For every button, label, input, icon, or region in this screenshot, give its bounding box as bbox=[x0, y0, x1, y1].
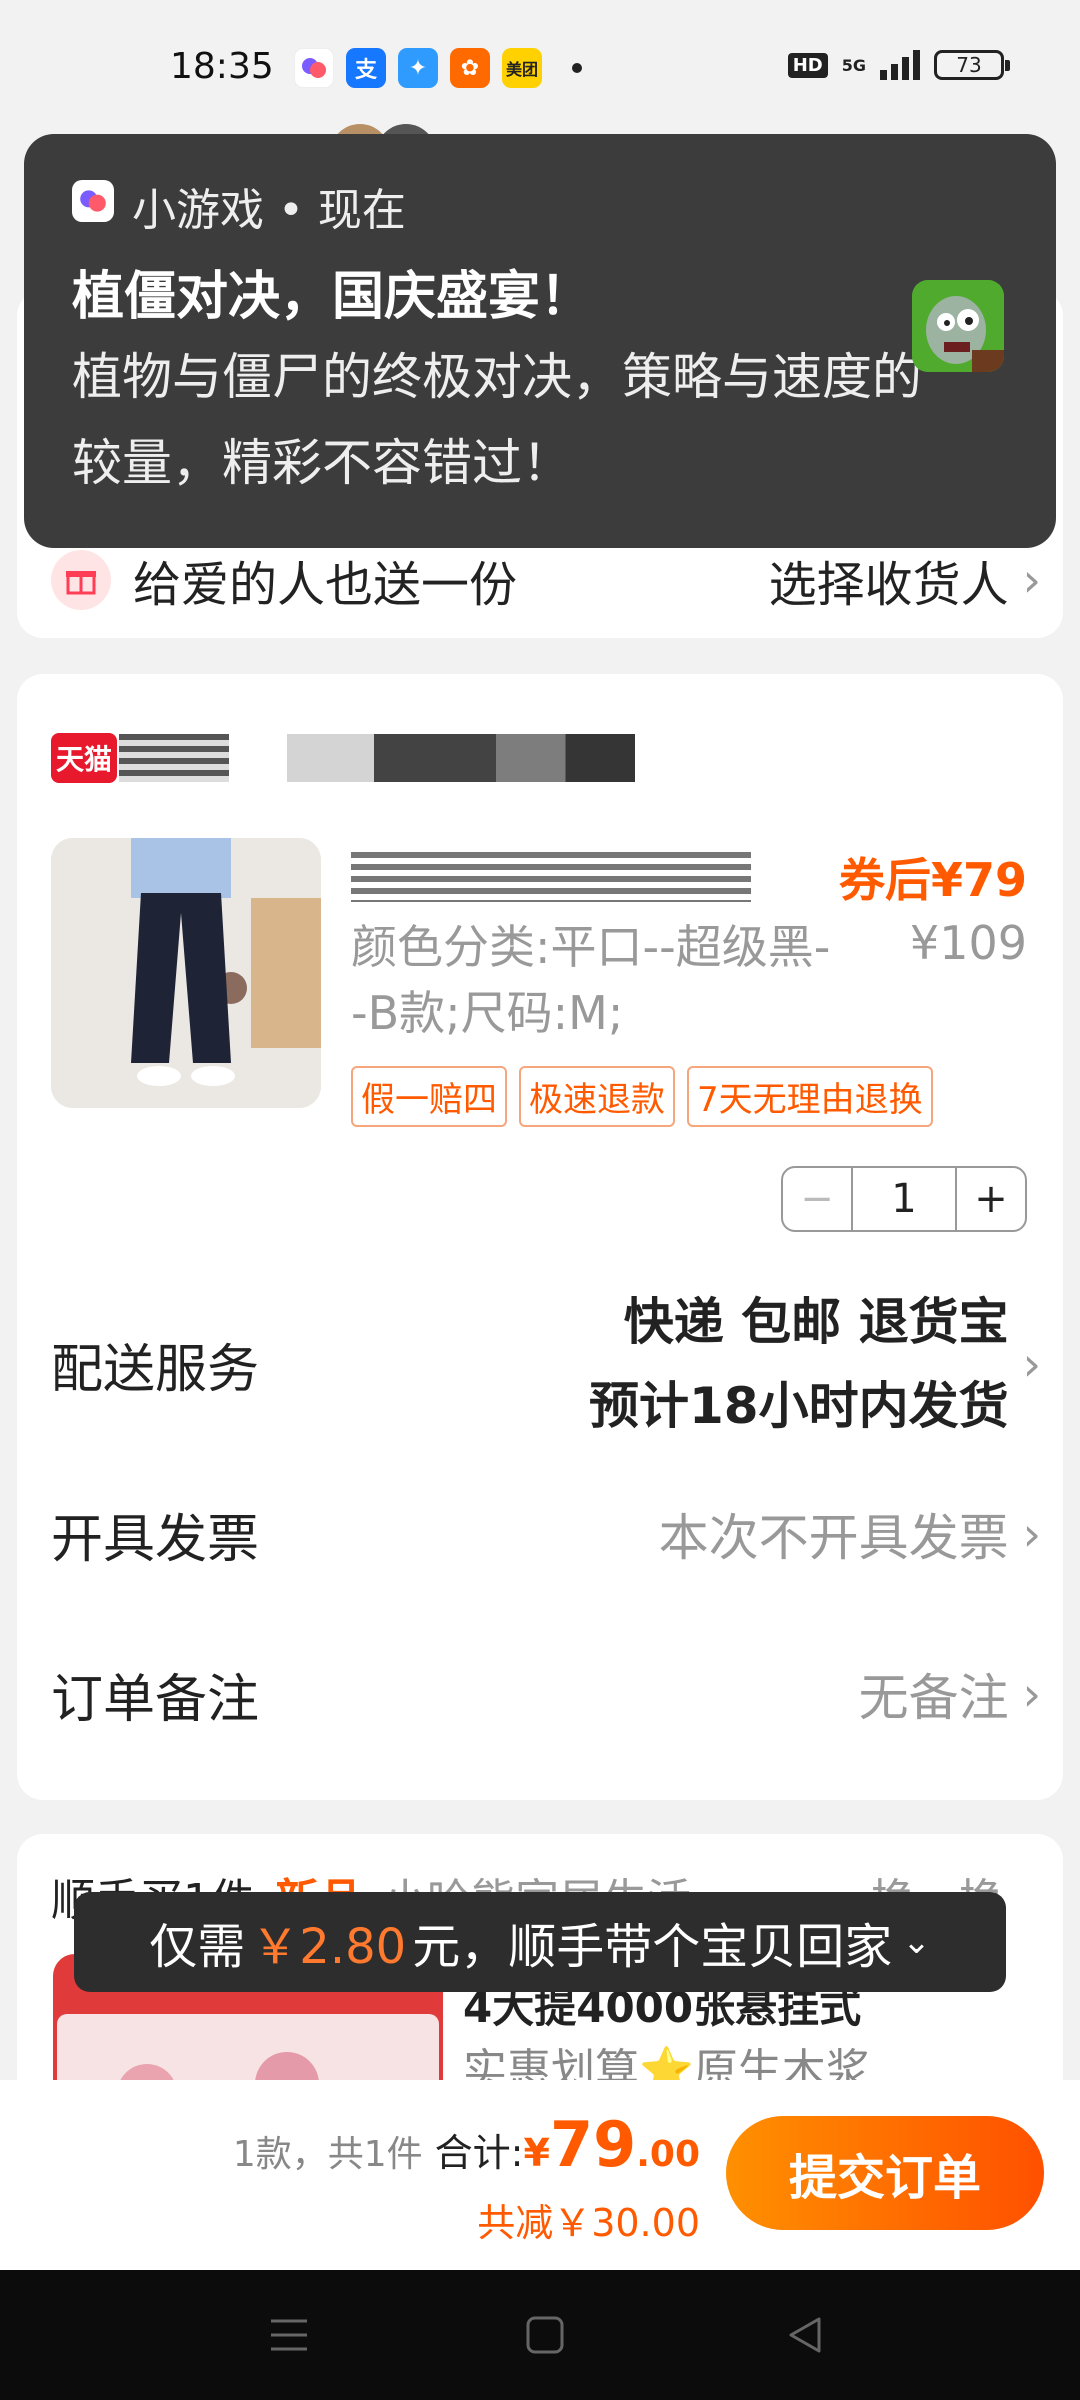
product-image[interactable] bbox=[51, 838, 321, 1108]
network-type: 5G bbox=[841, 55, 866, 75]
submit-order-button[interactable]: 提交订单 bbox=[726, 2116, 1044, 2230]
total-label: 合计: bbox=[434, 2131, 524, 2175]
order-note-label: 订单备注 bbox=[51, 1669, 260, 1730]
back-icon[interactable] bbox=[780, 2310, 830, 2360]
toast-suffix: 元，顺手带个宝贝回家 bbox=[412, 1919, 893, 1975]
toast-prefix: 仅需 bbox=[149, 1919, 246, 1975]
delivery-service-row[interactable]: 配送服务 快递 包邮 退货宝 预计18小时内发货 › bbox=[51, 1274, 1041, 1454]
notification-banner[interactable]: 小游戏 • 现在 植僵对决，国庆盛宴！ 植物与僵尸的终极对决，策略与速度的较量，… bbox=[24, 134, 1056, 548]
redacted-shop-name bbox=[287, 734, 635, 782]
service-tags: 假一赔四 极速退款 7天无理由退换 bbox=[351, 1066, 933, 1127]
status-bar: 18:35 支 ✦ ✿ 美团 HD 5G 73 bbox=[0, 0, 1080, 135]
redacted-product-name bbox=[351, 852, 751, 902]
delivery-label: 配送服务 bbox=[51, 1339, 260, 1400]
quantity-stepper: − 1 + bbox=[781, 1166, 1027, 1232]
game-app-icon bbox=[294, 48, 334, 88]
battery-icon: 73 bbox=[934, 50, 1010, 80]
delivery-eta: 预计18小时内发货 bbox=[589, 1377, 1009, 1435]
chevron-right-icon: › bbox=[1022, 1667, 1041, 1721]
total-currency: ¥ bbox=[523, 2131, 550, 2175]
original-price: ¥109 bbox=[909, 916, 1027, 970]
total-amount-dec: .00 bbox=[636, 2134, 700, 2175]
chevron-right-icon: › bbox=[1022, 1507, 1041, 1561]
notification-title: 植僵对决，国庆盛宴！ bbox=[72, 267, 593, 327]
quantity-value[interactable]: 1 bbox=[853, 1168, 955, 1230]
choose-recipient-link[interactable]: 选择收货人 bbox=[769, 545, 1009, 615]
shop-row[interactable]: 天猫 bbox=[51, 730, 635, 786]
zombie-game-icon bbox=[912, 280, 1004, 372]
meituan-icon: 美团 bbox=[502, 48, 542, 88]
add-on-toast[interactable]: 仅需 ￥2.80 元，顺手带个宝贝回家 ⌄ bbox=[74, 1892, 1006, 1992]
toast-price: ￥2.80 bbox=[251, 1919, 407, 1975]
total-discount: 共减￥30.00 bbox=[477, 2201, 700, 2245]
taobao-deals-icon: ✿ bbox=[450, 48, 490, 88]
gift-label: 给爱的人也送一份 bbox=[133, 557, 518, 613]
system-nav-bar bbox=[0, 2270, 1080, 2400]
gift-icon bbox=[51, 550, 111, 610]
signal-icon bbox=[880, 50, 920, 80]
tmall-logo: 天猫 bbox=[51, 733, 117, 783]
item-count: 1款，共1件 bbox=[232, 2134, 423, 2175]
more-notifications-dot bbox=[572, 63, 582, 73]
redacted-shop-name bbox=[119, 734, 229, 782]
battery-level: 73 bbox=[956, 53, 982, 77]
service-tag: 假一赔四 bbox=[351, 1066, 507, 1127]
chevron-right-icon: › bbox=[1022, 1337, 1041, 1391]
service-tag: 极速退款 bbox=[519, 1066, 675, 1127]
status-app-icons: 支 ✦ ✿ 美团 bbox=[294, 48, 582, 88]
chevron-right-icon: › bbox=[1022, 553, 1041, 607]
chevron-down-icon: ⌄ bbox=[902, 1922, 931, 1962]
alipay-icon: 支 bbox=[346, 48, 386, 88]
notification-body: 植物与僵尸的终极对决，策略与速度的较量，精彩不容错过！ bbox=[72, 348, 922, 492]
invoice-row[interactable]: 开具发票 本次不开具发票 › bbox=[51, 1474, 1041, 1594]
invoice-label: 开具发票 bbox=[51, 1509, 260, 1570]
feather-app-icon: ✦ bbox=[398, 48, 438, 88]
home-icon[interactable] bbox=[520, 2310, 570, 2360]
order-note-value: 无备注 bbox=[858, 1669, 1009, 1727]
status-indicators: HD 5G 73 bbox=[787, 50, 1010, 80]
hd-badge: HD bbox=[787, 52, 828, 78]
product-spec[interactable]: 颜色分类:平口--超级黑--B款;尺码:M; bbox=[351, 914, 831, 1046]
order-card: 天猫 券后¥79 颜色分类:平口--超级黑--B款;尺码:M; ¥109 假一赔… bbox=[17, 674, 1063, 1800]
notification-app-name: 小游戏 • 现在 bbox=[132, 185, 406, 236]
price-after-coupon: 券后¥79 bbox=[838, 853, 1027, 907]
total-amount-int: 79 bbox=[549, 2108, 637, 2181]
increase-quantity-button[interactable]: + bbox=[955, 1168, 1025, 1230]
checkout-bar: 1款，共1件 合计: ¥ 79 .00 共减￥30.00 提交订单 bbox=[0, 2080, 1080, 2270]
status-time: 18:35 bbox=[170, 46, 274, 87]
total-line: 1款，共1件 合计: ¥ 79 .00 bbox=[233, 2108, 700, 2181]
delivery-value: 快递 包邮 退货宝 预计18小时内发货 bbox=[589, 1280, 1009, 1448]
mini-game-app-icon bbox=[72, 180, 114, 222]
order-note-row[interactable]: 订单备注 无备注 › bbox=[51, 1634, 1041, 1754]
delivery-method: 快递 包邮 退货宝 bbox=[623, 1293, 1009, 1351]
gift-row[interactable]: 给爱的人也送一份 选择收货人 › bbox=[51, 540, 1041, 620]
menu-icon[interactable] bbox=[264, 2310, 314, 2360]
invoice-value: 本次不开具发票 bbox=[658, 1509, 1009, 1567]
decrease-quantity-button[interactable]: − bbox=[783, 1168, 853, 1230]
service-tag: 7天无理由退换 bbox=[687, 1066, 933, 1127]
